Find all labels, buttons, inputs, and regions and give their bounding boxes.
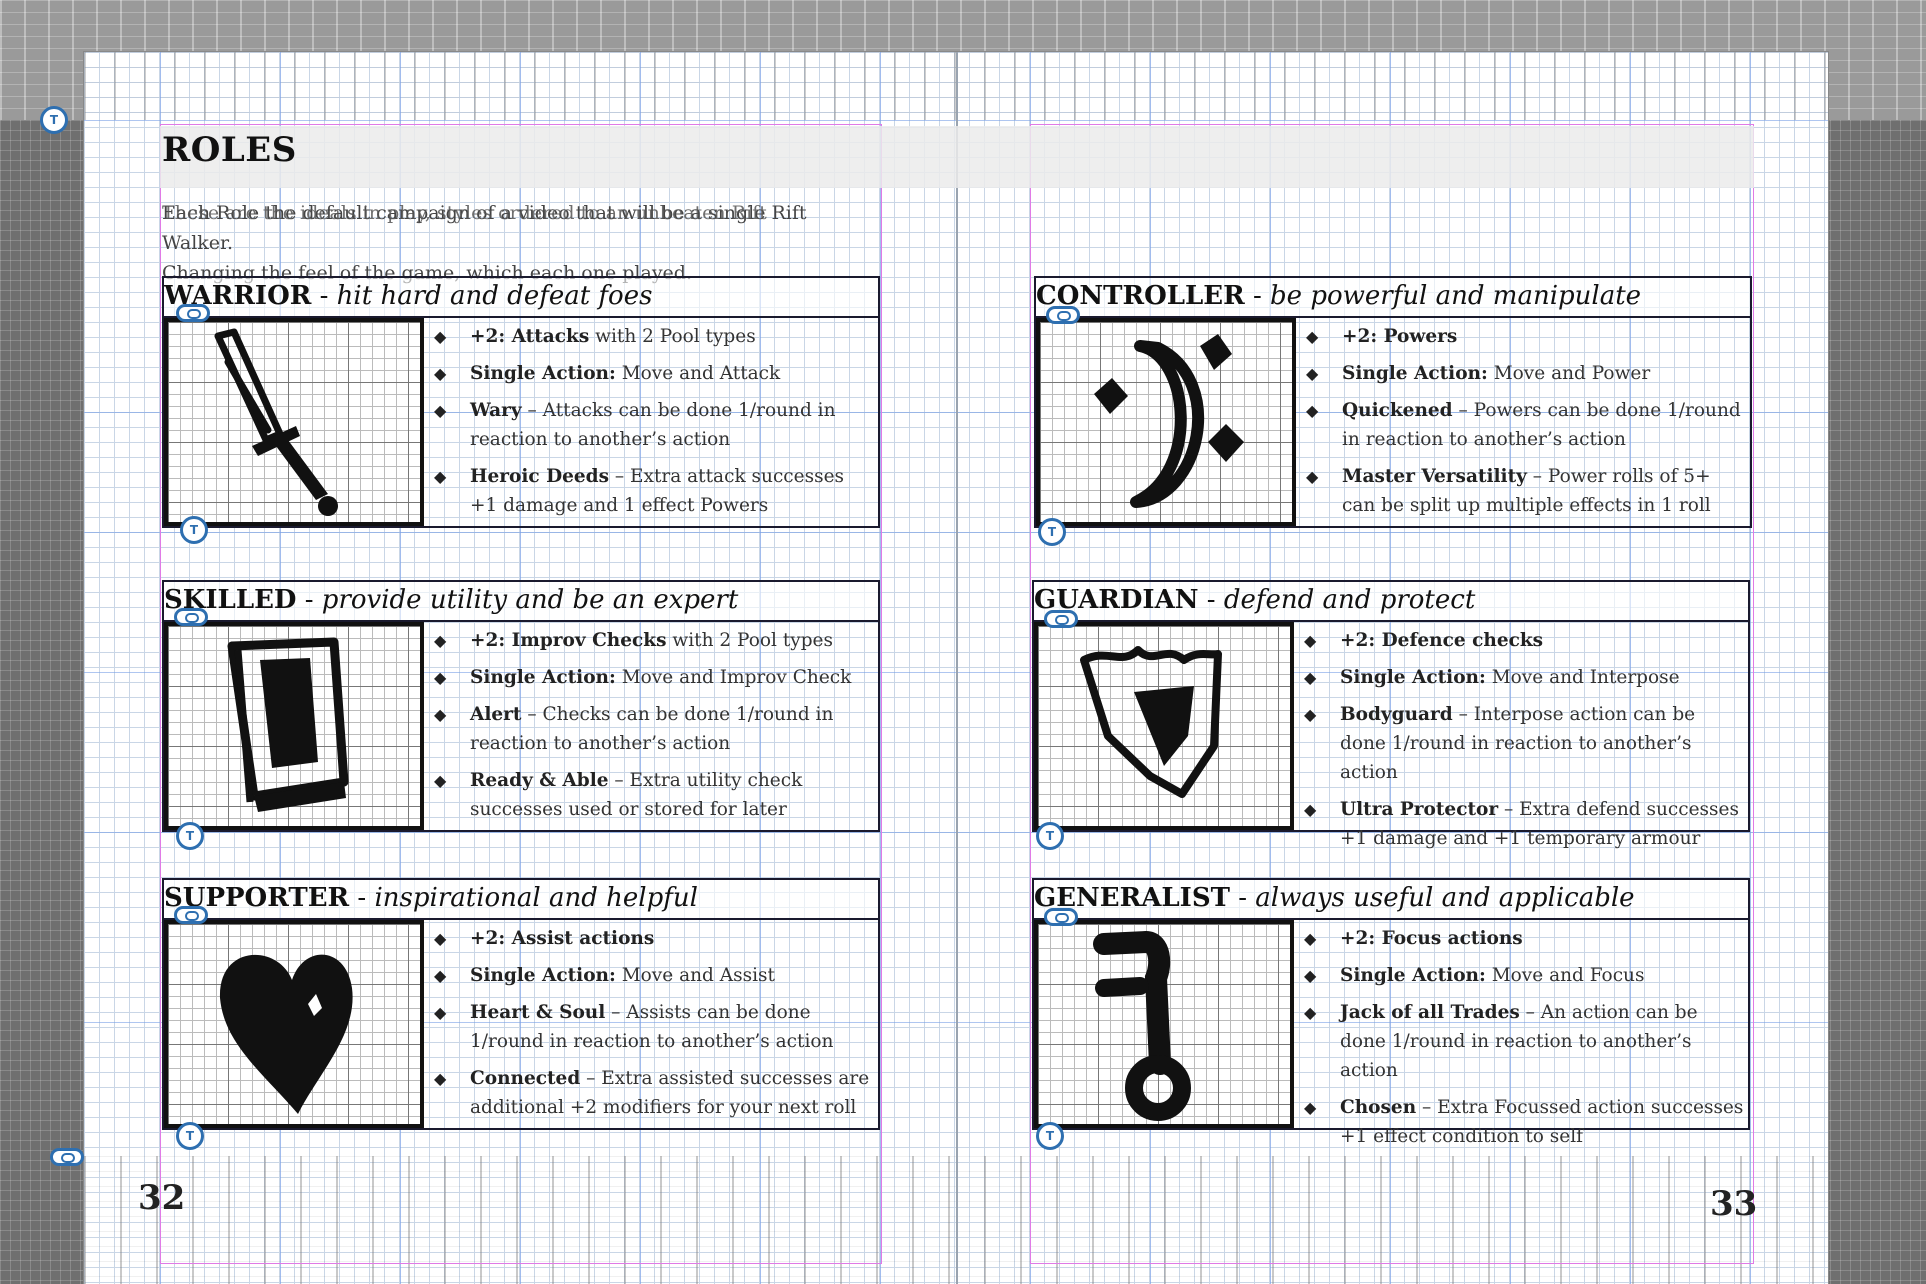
role-header[interactable]: SKILLED - provide utility and be an expe… bbox=[162, 580, 880, 622]
text-frame-marker[interactable]: T bbox=[1036, 822, 1064, 850]
ability-item: +2: Improv Checks with 2 Pool types bbox=[434, 626, 874, 655]
ability-item: Single Action: Move and Attack bbox=[434, 359, 874, 388]
role-header[interactable]: GENERALIST - always useful and applicabl… bbox=[1032, 878, 1750, 920]
ability-item: Single Action: Move and Assist bbox=[434, 961, 874, 990]
role-header[interactable]: SUPPORTER - inspirational and helpful bbox=[162, 878, 880, 920]
title-band bbox=[160, 126, 1754, 188]
ability-list: +2: Attacks with 2 Pool types Single Act… bbox=[434, 322, 874, 528]
intro-text-frame[interactable]: Each Role the default campaign of a vide… bbox=[162, 198, 882, 288]
ability-item: +2: Attacks with 2 Pool types bbox=[434, 322, 874, 351]
ability-item: Chosen – Extra Focussed action successes… bbox=[1304, 1093, 1744, 1151]
sword-icon bbox=[214, 328, 338, 516]
ability-list: +2: Defence checks Single Action: Move a… bbox=[1304, 626, 1744, 861]
ability-item: Single Action: Move and Focus bbox=[1304, 961, 1744, 990]
ability-list: +2: Focus actions Single Action: Move an… bbox=[1304, 924, 1744, 1159]
text-frame-marker[interactable]: T bbox=[176, 1122, 204, 1150]
ability-list: +2: Powers Single Action: Move and Power… bbox=[1306, 322, 1746, 528]
ability-item: +2: Assist actions bbox=[434, 924, 874, 953]
role-card-supporter[interactable]: SUPPORTER - inspirational and helpful +2… bbox=[162, 878, 880, 1132]
ability-item: Jack of all Trades – An action can be do… bbox=[1304, 998, 1744, 1085]
role-card-guardian[interactable]: GUARDIAN - defend and protect +2: Defenc… bbox=[1032, 580, 1750, 849]
role-tagline: provide utility and be an expert bbox=[321, 585, 739, 615]
ability-item: Quickened – Powers can be done 1/round i… bbox=[1306, 396, 1746, 454]
role-icon-frame[interactable] bbox=[164, 622, 424, 830]
role-card-controller[interactable]: CONTROLLER - be powerful and manipulate … bbox=[1034, 276, 1752, 530]
column-guide bbox=[1030, 52, 1031, 1284]
ability-item: Single Action: Move and Improv Check bbox=[434, 663, 874, 692]
role-tagline: defend and protect bbox=[1223, 585, 1476, 615]
role-card-generalist[interactable]: GENERALIST - always useful and applicabl… bbox=[1032, 878, 1750, 1147]
ability-item: Ready & Able – Extra utility check succe… bbox=[434, 766, 874, 824]
shield-icon bbox=[1080, 646, 1222, 798]
linked-frame-icon[interactable] bbox=[174, 906, 208, 924]
column-guide bbox=[160, 52, 161, 1284]
role-card-skilled[interactable]: SKILLED - provide utility and be an expe… bbox=[162, 580, 880, 834]
text-frame-marker[interactable]: T bbox=[180, 516, 208, 544]
linked-frame-icon[interactable] bbox=[174, 608, 208, 626]
role-icon-frame[interactable] bbox=[164, 318, 424, 526]
linked-frame-icon[interactable] bbox=[1044, 610, 1078, 628]
left-page-number[interactable]: 32 bbox=[138, 1178, 185, 1218]
ability-item: +2: Focus actions bbox=[1304, 924, 1744, 953]
role-header[interactable]: GUARDIAN - defend and protect bbox=[1032, 580, 1750, 622]
ability-item: +2: Powers bbox=[1306, 322, 1746, 351]
text-frame-marker[interactable]: T bbox=[176, 822, 204, 850]
moon-diamonds-icon bbox=[1094, 334, 1244, 508]
column-guide bbox=[1750, 52, 1751, 1284]
key-icon bbox=[1093, 930, 1191, 1121]
ability-item: Alert – Checks can be done 1/round in re… bbox=[434, 700, 874, 758]
ability-item: Bodyguard – Interpose action can be done… bbox=[1304, 700, 1744, 787]
ability-item: Wary – Attacks can be done 1/round in re… bbox=[434, 396, 874, 454]
ability-item: Master Versatility – Power rolls of 5+ c… bbox=[1306, 462, 1746, 520]
role-tagline: inspirational and helpful bbox=[374, 883, 698, 913]
ability-item: Heart & Soul – Assists can be done 1/rou… bbox=[434, 998, 874, 1056]
linked-frame-icon[interactable] bbox=[176, 304, 210, 322]
linked-frame-icon[interactable] bbox=[50, 1148, 84, 1166]
ability-item: Single Action: Move and Interpose bbox=[1304, 663, 1744, 692]
linked-frame-icon[interactable] bbox=[1046, 306, 1080, 324]
page-spine bbox=[956, 52, 958, 1284]
ability-item: Connected – Extra assisted successes are… bbox=[434, 1064, 874, 1122]
role-icon-frame[interactable] bbox=[1034, 920, 1294, 1128]
page-title[interactable]: ROLES bbox=[162, 130, 297, 170]
ability-item: Single Action: Move and Power bbox=[1306, 359, 1746, 388]
role-tagline: hit hard and defeat foes bbox=[336, 281, 653, 311]
ability-list: +2: Improv Checks with 2 Pool types Sing… bbox=[434, 626, 874, 832]
ability-item: Heroic Deeds – Extra attack successes +1… bbox=[434, 462, 874, 520]
right-page-number[interactable]: 33 bbox=[1710, 1184, 1757, 1224]
ability-item: +2: Defence checks bbox=[1304, 626, 1744, 655]
role-tagline: be powerful and manipulate bbox=[1270, 281, 1642, 311]
text-frame-marker[interactable]: T bbox=[1038, 518, 1066, 546]
role-icon-frame[interactable] bbox=[1034, 622, 1294, 830]
role-icon-frame[interactable] bbox=[1036, 318, 1296, 526]
role-card-warrior[interactable]: WARRIOR - hit hard and defeat foes +2: A… bbox=[162, 276, 880, 530]
heart-icon bbox=[219, 954, 353, 1114]
text-frame-marker[interactable]: T bbox=[40, 106, 68, 134]
ability-item: Ultra Protector – Extra defend successes… bbox=[1304, 795, 1744, 853]
role-tagline: always useful and applicable bbox=[1255, 883, 1635, 913]
role-header[interactable]: WARRIOR - hit hard and defeat foes bbox=[162, 276, 880, 318]
page-spread: ROLES Each Role the default campaign of … bbox=[84, 52, 1828, 1284]
role-icon-frame[interactable] bbox=[164, 920, 424, 1128]
linked-frame-icon[interactable] bbox=[1044, 908, 1078, 926]
text-frame-marker[interactable]: T bbox=[1036, 1122, 1064, 1150]
intro-overlap-text: These are the ideals in play, styles ord… bbox=[162, 202, 767, 224]
book-icon bbox=[227, 637, 349, 812]
role-header[interactable]: CONTROLLER - be powerful and manipulate bbox=[1034, 276, 1752, 318]
ability-list: +2: Assist actions Single Action: Move a… bbox=[434, 924, 874, 1130]
